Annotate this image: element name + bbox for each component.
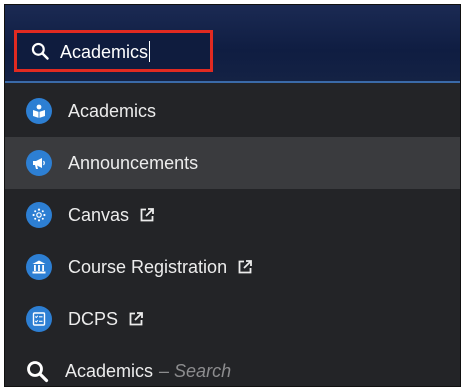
search-suggestion-query: Academics	[65, 360, 154, 381]
result-item-course-registration[interactable]: Course Registration	[5, 241, 460, 293]
search-icon	[27, 361, 49, 383]
search-field[interactable]: Academics	[14, 30, 213, 72]
search-dropdown-window: Academics Academics Announcements Canvas…	[4, 4, 461, 387]
result-item-dcps[interactable]: DCPS	[5, 293, 460, 345]
result-item-academics[interactable]: Academics	[5, 85, 460, 137]
result-item-announcements[interactable]: Announcements	[5, 137, 460, 189]
search-suggestion-item[interactable]: Academics – Search	[5, 345, 460, 386]
result-label: Academics	[68, 100, 157, 121]
megaphone-icon	[26, 150, 52, 176]
search-input[interactable]: Academics	[60, 40, 151, 62]
external-link-icon	[140, 208, 154, 222]
search-suggestion-suffix: – Search	[159, 360, 232, 381]
external-link-icon	[129, 312, 143, 326]
result-label: Announcements	[68, 152, 199, 173]
header-bar: Academics	[5, 5, 460, 83]
external-link-icon	[238, 260, 252, 274]
checklist-icon	[26, 306, 52, 332]
search-icon	[31, 42, 49, 60]
institution-icon	[26, 254, 52, 280]
result-item-canvas[interactable]: Canvas	[5, 189, 460, 241]
result-label: DCPS	[68, 308, 119, 329]
result-label: Course Registration	[68, 256, 228, 277]
canvas-icon	[26, 202, 52, 228]
result-label: Canvas	[68, 204, 130, 225]
text-caret	[149, 40, 151, 62]
academics-icon	[26, 98, 52, 124]
